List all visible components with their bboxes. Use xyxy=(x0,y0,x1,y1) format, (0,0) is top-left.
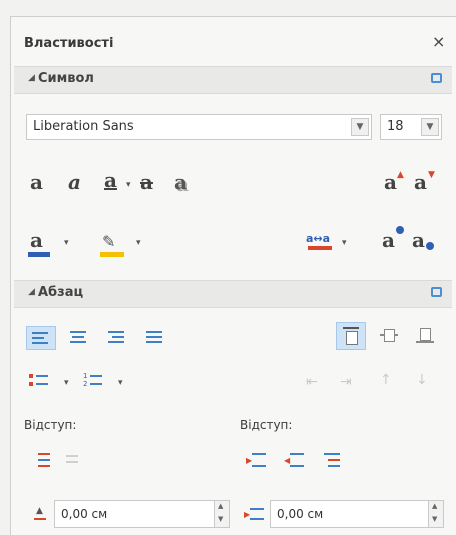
spacing-above-spinner[interactable] xyxy=(214,501,229,527)
spacing-above-icon: ▲ xyxy=(32,506,46,524)
align-bottom-button[interactable] xyxy=(412,324,438,346)
section-title-character: Символ xyxy=(38,71,94,86)
font-color-dropdown-icon[interactable]: ▾ xyxy=(64,238,69,248)
panel-title: Властивості xyxy=(24,36,114,51)
spacing-above-input[interactable]: 0,00 см xyxy=(54,500,230,528)
highlight-icon[interactable]: ✎ xyxy=(102,232,115,251)
highlight-dropdown-icon[interactable]: ▾ xyxy=(136,238,141,248)
superscript-dot-icon xyxy=(396,226,404,234)
indent-label-right: Відступ: xyxy=(240,418,293,432)
chevron-down-icon[interactable]: ▼ xyxy=(351,118,369,136)
decrease-spacing-button[interactable] xyxy=(60,450,86,472)
font-name-value: Liberation Sans xyxy=(33,119,134,134)
more-options-icon[interactable] xyxy=(431,73,442,83)
align-left-button[interactable] xyxy=(26,326,56,350)
justify-button[interactable] xyxy=(142,326,168,348)
spacing-dropdown-icon[interactable]: ▾ xyxy=(342,238,347,248)
shadow-icon[interactable]: a xyxy=(174,170,187,194)
bullet-list-dropdown-icon[interactable]: ▾ xyxy=(64,378,69,388)
indent-before-value: 0,00 см xyxy=(277,507,324,521)
align-right-button[interactable] xyxy=(104,326,130,348)
spacing-glyph-icon: a↔a xyxy=(306,232,331,245)
font-color-swatch xyxy=(28,252,50,257)
more-options-icon[interactable] xyxy=(431,287,442,297)
indent-before-input[interactable]: 0,00 см xyxy=(270,500,444,528)
italic-icon[interactable]: a xyxy=(68,170,81,194)
section-header-paragraph[interactable]: ◢ Абзац xyxy=(14,280,452,308)
shrink-arrow-icon: ▼ xyxy=(428,170,435,180)
highlight-swatch xyxy=(100,252,124,257)
strikethrough-icon[interactable]: a xyxy=(140,170,153,194)
spacing-above-value: 0,00 см xyxy=(61,507,108,521)
increase-indent-button[interactable]: ▶ xyxy=(244,450,270,472)
indent-before-icon: ▶ xyxy=(244,506,266,524)
bold-icon[interactable]: a xyxy=(30,170,43,194)
chevron-down-icon[interactable]: ▼ xyxy=(421,118,439,136)
superscript-icon[interactable]: a xyxy=(382,228,395,252)
outline-promote-icon[interactable]: ⇤ xyxy=(306,374,318,390)
numbered-list-button[interactable]: 1 2 xyxy=(80,370,106,392)
section-title-paragraph: Абзац xyxy=(38,285,84,300)
underline-dropdown-icon[interactable]: ▾ xyxy=(126,180,131,190)
align-center-button[interactable] xyxy=(66,326,92,348)
section-header-character[interactable]: ◢ Символ xyxy=(14,66,452,94)
numbered-list-dropdown-icon[interactable]: ▾ xyxy=(118,378,123,388)
align-top-button[interactable] xyxy=(336,322,366,350)
close-icon[interactable]: × xyxy=(432,32,445,51)
underline-icon[interactable]: a xyxy=(104,168,117,192)
bullet-list-button[interactable] xyxy=(26,370,52,392)
grow-font-icon[interactable]: a xyxy=(384,170,397,194)
subscript-dot-icon xyxy=(426,242,434,250)
grow-arrow-icon: ▲ xyxy=(397,170,404,180)
font-size-combo[interactable]: 18 ▼ xyxy=(380,114,442,140)
move-up-icon[interactable]: ↑ xyxy=(380,372,392,388)
decrease-indent-button[interactable]: ◀ xyxy=(282,450,308,472)
font-size-value: 18 xyxy=(387,119,404,134)
move-down-icon[interactable]: ↓ xyxy=(416,372,428,388)
spacing-bar-icon xyxy=(308,246,332,250)
indent-label-left: Відступ: xyxy=(24,418,77,432)
collapse-triangle-icon: ◢ xyxy=(28,73,35,83)
font-name-combo[interactable]: Liberation Sans ▼ xyxy=(26,114,372,140)
increase-spacing-button[interactable] xyxy=(30,450,56,472)
font-color-icon[interactable]: a xyxy=(30,228,43,252)
indent-before-spinner[interactable] xyxy=(428,501,443,527)
collapse-triangle-icon: ◢ xyxy=(28,287,35,297)
character-spacing-icon[interactable]: a↔a xyxy=(306,230,334,252)
align-middle-button[interactable] xyxy=(376,324,402,346)
hanging-indent-button[interactable] xyxy=(320,450,346,472)
subscript-icon[interactable]: a xyxy=(412,228,425,252)
shrink-font-icon[interactable]: a xyxy=(414,170,427,194)
outline-demote-icon[interactable]: ⇥ xyxy=(340,374,352,390)
